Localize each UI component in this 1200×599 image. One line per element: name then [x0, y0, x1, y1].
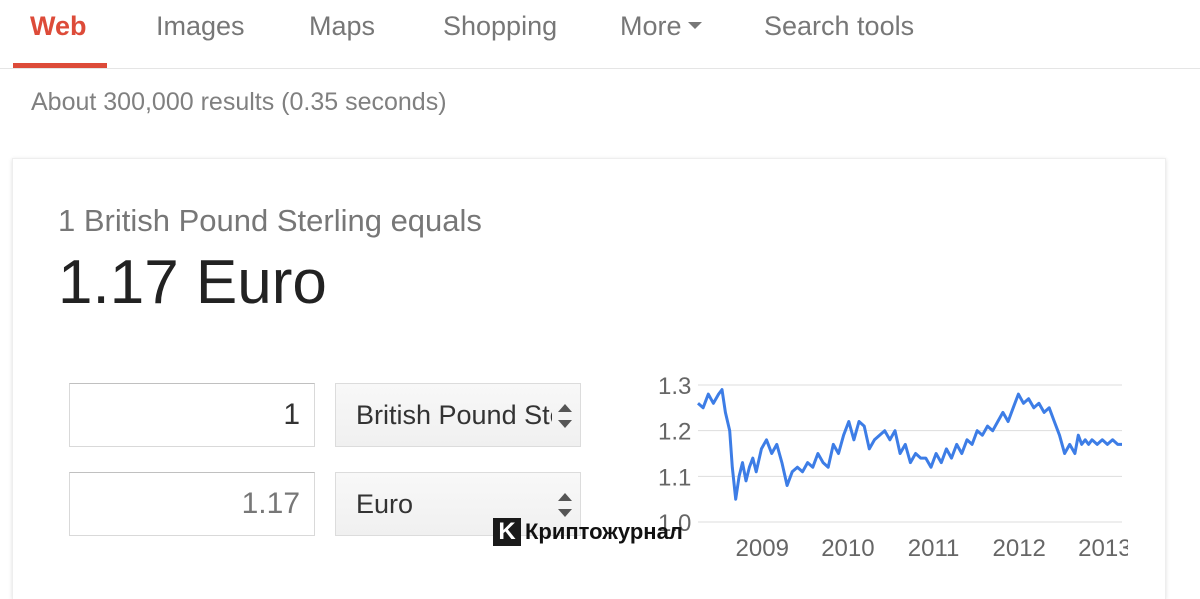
chart-y-tick-label: 1.2	[658, 419, 691, 446]
watermark-logo-icon: K	[493, 518, 521, 546]
select-spinner-icon	[558, 404, 572, 428]
chart-y-tick-label: 1.1	[658, 464, 691, 491]
tab-maps[interactable]: Maps	[309, 10, 375, 42]
from-currency-label: British Pound Sterling	[356, 400, 552, 430]
search-tabs-bar: Web Images Maps Shopping More Search too…	[0, 0, 1200, 69]
chart-x-tick-label: 2012	[993, 535, 1046, 562]
chart-y-tick-label: 1.3	[658, 373, 691, 400]
active-tab-indicator	[13, 63, 107, 68]
tab-images[interactable]: Images	[156, 10, 245, 42]
chart-series-line	[697, 388, 1122, 501]
to-amount-input[interactable]: 1.17	[69, 472, 315, 536]
tab-shopping[interactable]: Shopping	[443, 10, 557, 42]
chart-x-tick-label: 2011	[908, 535, 960, 562]
chart-x-tick-label: 2009	[736, 535, 789, 562]
from-currency-select[interactable]: British Pound Sterling	[335, 383, 581, 447]
watermark: K Криптожурнал	[493, 518, 683, 548]
conversion-equals-label: 1 British Pound Sterling equals	[58, 203, 482, 238]
chart-x-tick-label: 2010	[821, 535, 874, 562]
conversion-result: 1.17 Euro	[58, 248, 327, 317]
tab-search-tools[interactable]: Search tools	[764, 10, 914, 42]
result-stats: About 300,000 results (0.35 seconds)	[31, 88, 447, 116]
from-amount-input[interactable]: 1	[69, 383, 315, 447]
select-spinner-icon	[558, 493, 572, 517]
dropdown-caret-icon	[687, 22, 702, 30]
tab-web[interactable]: Web	[30, 10, 87, 42]
tab-more[interactable]: More	[620, 10, 702, 42]
chart-x-tick-label: 2013	[1078, 535, 1128, 562]
exchange-rate-chart: 1.01.11.21.32009 2010 2011 2012 2013	[658, 373, 1128, 562]
tab-more-label: More	[620, 11, 682, 41]
